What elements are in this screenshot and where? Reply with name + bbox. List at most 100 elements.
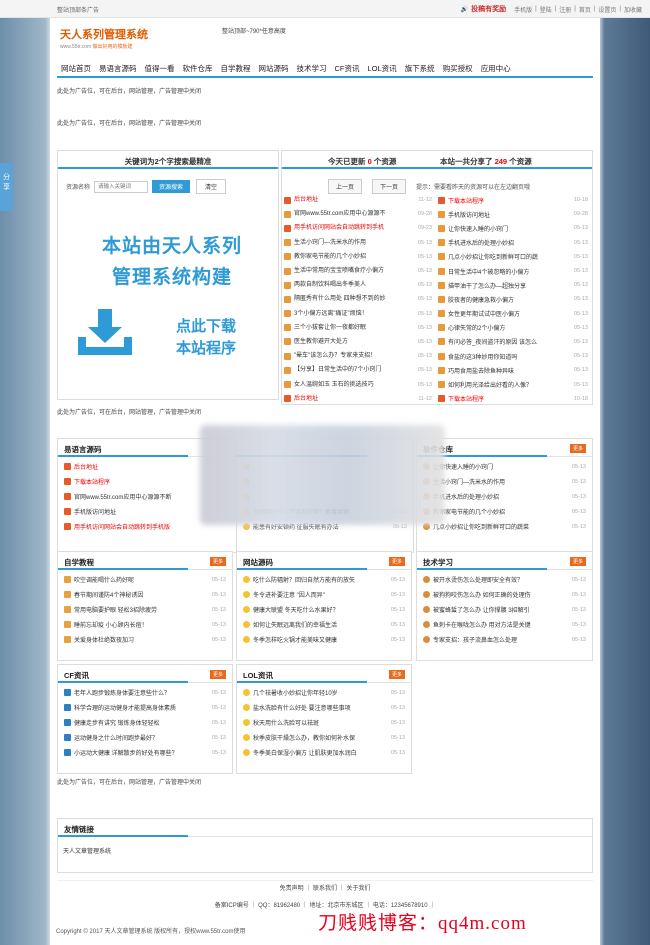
list-item[interactable]: 描甲油干了怎么办—超独分享 05-13 [438,278,588,292]
item-title: 冬季美白保湿小偏方 让肌肤更加水润白 [253,751,357,757]
nav-item[interactable]: 网站首页 [57,60,95,76]
list-item[interactable]: 如何让失眠远离我们的幸福生活 05-13 [243,617,405,632]
list-item[interactable]: 常用电脑要护眼 轻松3招除疲劳 05-13 [64,602,226,617]
list-item[interactable]: 三个小拔套让你一夜都好眠 05-13 [284,321,432,335]
home-link[interactable]: 首页 [579,5,591,14]
disclaimer-link[interactable]: 免责声明 [280,886,304,892]
list-item[interactable]: 鱼刺卡在喉咙怎么办 用对方法是关键 05-13 [423,617,586,632]
mobile-link[interactable]: 手机版 [514,5,532,14]
contact-link[interactable]: 联系我们 [313,886,337,892]
list-item[interactable]: 教你家电节能的几个小妙招 05-13 [423,504,586,519]
list-item[interactable]: 被狗狗咬伤怎么办 如何正确的处理伤 05-13 [423,587,586,602]
bookmark-link[interactable]: 加收藏 [624,5,642,14]
nav-item[interactable]: 技术学习 [293,60,331,76]
list-item[interactable]: 运动健身之什么时间跑步最好？ 05-13 [64,730,226,745]
list-item[interactable]: 手机进水后的处理小妙招 05-13 [438,236,588,250]
nav-item[interactable]: CF资讯 [331,60,364,76]
register-link[interactable]: 注册 [559,5,571,14]
nav-item[interactable]: 应用中心 [477,60,515,76]
list-item[interactable]: 医生教你避开大处方 05-13 [284,335,432,349]
list-item[interactable]: 【分享】日常生活中的7个小窍门 05-13 [284,363,432,377]
list-item[interactable]: 手机版访问地址 09-28 [438,207,588,221]
more-button[interactable]: 更多 [569,557,586,566]
list-item[interactable]: 小运动大健康 详解散步的好处有哪些？ 05-13 [64,745,226,760]
list-item[interactable]: 几点小妙招让你吃到新鲜可口的蔬 05-13 [438,250,588,264]
clear-button[interactable]: 清空 [196,179,227,194]
list-item[interactable]: 老年人跑步锻炼身体要注意些什么？ 05-13 [64,685,226,700]
list-item[interactable]: 下载本站程序 10-18 [438,392,588,406]
list-item[interactable]: 专家支招：孩子流鼻血怎么处理 05-13 [423,632,586,647]
list-item[interactable]: 胶夜者的健康急救小偏方 05-13 [438,292,588,306]
nav-item[interactable]: 购买授权 [439,60,477,76]
list-item[interactable]: 生活中常用的宝宝喷嘴食疗小偏方 05-13 [284,264,432,278]
list-item[interactable]: 如何利用光泽给出好看的人像？ 05-13 [438,377,588,391]
list-item[interactable]: 女人温婉如玉 玉石的挑选技巧 05-13 [284,377,432,391]
list-item[interactable]: 生活小窍门—洗米水的作用 05-13 [423,474,586,489]
list-item[interactable]: 被开水烫伤怎么处理即安全有效？ 05-13 [423,572,586,587]
list-item[interactable]: 秋天用什么洗脸可以祛斑 05-13 [243,715,405,730]
list-item[interactable]: 下载本站程序 10-18 [438,193,588,207]
list-item[interactable]: 后台地址 11-12 [284,193,432,207]
more-button[interactable]: 更多 [209,557,226,566]
list-item[interactable]: 春节期间谨防4个神秘诱因 05-13 [64,587,226,602]
list-item[interactable]: 冬季怎样吃火锅才能美味又健康 05-13 [243,632,405,647]
prev-page-button[interactable]: 上一页 [328,179,363,194]
nav-item[interactable]: 值得一看 [141,60,179,76]
list-item[interactable]: 两款自制饮料喝出冬季美人 05-13 [284,278,432,292]
download-banner[interactable]: 本站由天人系列 管理系统构建 点此下载 本站程序 [72,231,272,371]
submit-link[interactable]: 投稿有奖励 [471,4,506,14]
list-item[interactable]: 女性更年期试试中医小偏方 05-13 [438,307,588,321]
list-item[interactable]: 秋季皮肤干燥怎么办，教你如何补水保 05-13 [243,730,405,745]
list-item[interactable]: 后台地址 11-12 [284,392,432,406]
list-item[interactable]: 官网www.55tr.com应用中心源源不 09-28 [284,207,432,221]
list-item[interactable]: 冬季美白保湿小偏方 让肌肤更加水润白 05-13 [243,745,405,760]
list-item[interactable]: 吹空调能喝什么药好呢 05-13 [64,572,226,587]
list-item[interactable]: 隔匿秀有什么用处 四种想不到的妙 05-13 [284,292,432,306]
more-button[interactable]: 更多 [569,444,586,453]
nav-item[interactable]: 软件仓库 [179,60,217,76]
list-item[interactable]: 健康大联盟 冬天吃什么水果好？ 05-13 [243,602,405,617]
list-item[interactable]: 被蜜蜂蜇了怎么办 让你撑腰 3招解引 05-13 [423,602,586,617]
list-item[interactable]: 让你快速入睡的小窍门 05-13 [423,459,586,474]
search-input[interactable] [94,180,149,193]
list-item[interactable]: 日常生活中4个被忽略的小偏方 05-13 [438,264,588,278]
login-link[interactable]: 登陆 [540,5,552,14]
nav-item[interactable]: 网站源码 [255,60,293,76]
list-item[interactable]: 关爱身体杜绝数夜加习 05-13 [64,632,226,647]
site-logo[interactable]: 天人系列管理系统 www.55tr.com 做出好用的模板建 [60,26,170,52]
list-item[interactable]: 心律失常的2个小偏方 05-13 [438,321,588,335]
list-item[interactable]: 几点小妙招让你吃到新鲜可口的蔬菜 05-13 [423,519,586,534]
list-item[interactable]: 有问必答_夜间盗汗的原因 该怎么 05-13 [438,335,588,349]
rss-icon [438,210,445,218]
list-item[interactable]: 巧用食用盐去除鱼种异味 05-13 [438,363,588,377]
friend-link-item[interactable]: 天人文章管理系统 [58,837,592,864]
list-item[interactable]: 让你快速入睡的小窍门 05-13 [438,221,588,235]
next-page-button[interactable]: 下一页 [372,179,407,194]
set-homepage-link[interactable]: 设置页 [598,5,616,14]
share-flag[interactable]: 分享 [0,163,13,211]
list-item[interactable]: 手机进水后的处理小妙招 05-13 [423,489,586,504]
search-button[interactable]: 资源搜索 [152,180,191,193]
nav-item[interactable]: 易语言源码 [95,60,141,76]
list-item[interactable]: 3个小偏方远离"痛证"烦恼！ 05-13 [284,307,432,321]
list-item[interactable]: 教你家电节能的几个小妙招 05-13 [284,250,432,264]
list-item[interactable]: 生活小窍门—洗米水的作用 05-13 [284,236,432,250]
more-button[interactable]: 更多 [388,557,405,566]
list-item[interactable]: 用手机访问网站会自动跳转到手机 09-23 [284,221,432,235]
list-item[interactable]: 盐水洗脸有什么好处 要注意哪些事项 05-13 [243,700,405,715]
nav-item[interactable]: 旗下系统 [401,60,439,76]
more-button[interactable]: 更多 [388,670,405,679]
about-link[interactable]: 关于我们 [346,886,370,892]
list-item[interactable]: 科学合理的运动健身才能提高身体素质 05-13 [64,700,226,715]
list-item[interactable]: "晕车"该怎么办？专家来支招！ 05-13 [284,349,432,363]
list-item[interactable]: 几个祛暑收小妙招让你年轻10岁 05-13 [243,685,405,700]
nav-item[interactable]: LOL资讯 [364,60,401,76]
list-item[interactable]: 冬令进补要注意 "因人而异" 05-13 [243,587,405,602]
list-item[interactable]: 吃什么防辐射？回归自然方能有的放矢 05-13 [243,572,405,587]
list-item[interactable]: 健康走步有讲究 锻炼身体轻轻松 05-13 [64,715,226,730]
nav-item[interactable]: 自学教程 [217,60,255,76]
more-button[interactable]: 更多 [209,670,226,679]
list-item[interactable]: 睡前忘却疫 小心顾内长痘！ 05-13 [64,617,226,632]
star-icon [243,636,250,643]
list-item[interactable]: 食盐的这3种妙用你知道吗 05-13 [438,349,588,363]
